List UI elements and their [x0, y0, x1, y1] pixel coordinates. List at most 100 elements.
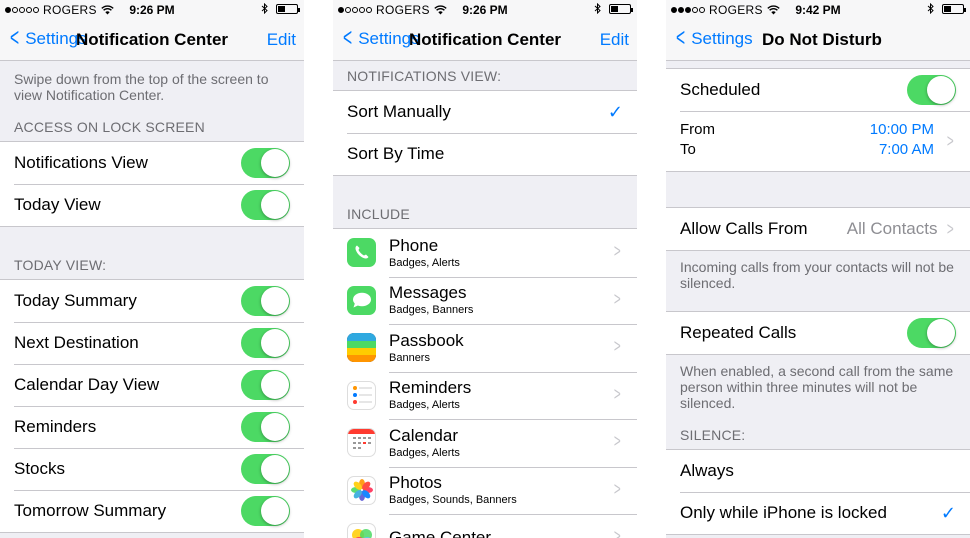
chevron-right-icon: >: [614, 526, 622, 538]
section-header-silence: SILENCE:: [680, 427, 746, 443]
messages-app-icon: [347, 285, 376, 315]
app-alert-style: Badges, Alerts: [389, 399, 460, 412]
repeated-calls-footer: When enabled, a second call from the sam…: [680, 363, 954, 411]
bluetooth-icon: [927, 3, 934, 14]
allow-calls-footer: Incoming calls from your contacts will n…: [680, 259, 954, 291]
list-item: Calendar Day View: [0, 364, 304, 406]
chevron-right-icon: >: [614, 478, 622, 499]
app-name: Phone: [389, 235, 439, 255]
row-label: Today Summary: [14, 291, 137, 310]
to-time: 7:00 AM: [878, 141, 934, 158]
row-label: Sort By Time: [347, 144, 445, 163]
photos-app-icon: [347, 475, 376, 505]
silence-locked-option[interactable]: Only while iPhone is locked ✓: [666, 492, 970, 534]
allow-calls-from-row[interactable]: Allow Calls From All Contacts >: [666, 208, 970, 250]
calendar-day-view-toggle[interactable]: [241, 370, 290, 400]
schedule-time-row[interactable]: From To 10:00 PM 7:00 AM >: [680, 111, 970, 171]
status-bar: ROGERS 9:26 PM: [333, 0, 637, 20]
chevron-right-icon: >: [614, 241, 622, 261]
tomorrow-summary-toggle[interactable]: [241, 496, 290, 526]
battery-icon: [609, 3, 633, 14]
app-alert-style: Badges, Alerts: [389, 256, 460, 269]
list-item: Reminders: [0, 406, 304, 448]
page-title: Notification Center: [75, 30, 229, 49]
allow-calls-group: Allow Calls From All Contacts >: [666, 207, 970, 251]
navigation-bar: < Settings Do Not Disturb: [666, 20, 970, 61]
chevron-right-icon: >: [614, 383, 622, 404]
app-alert-style: Banners: [389, 351, 430, 364]
reminders-toggle[interactable]: [241, 412, 290, 442]
row-label: Today View: [14, 195, 101, 214]
app-row-photos[interactable]: Photos Badges, Sounds, Banners >: [333, 466, 637, 515]
status-bar: ROGERS 9:26 PM: [0, 0, 304, 20]
section-header-notifications-view: NOTIFICATIONS VIEW:: [347, 68, 502, 84]
to-label: To: [680, 141, 696, 158]
scheduled-toggle[interactable]: [907, 75, 956, 105]
app-row-calendar[interactable]: Calendar Badges, Alerts >: [333, 419, 637, 467]
list-item: Scheduled: [666, 69, 970, 111]
today-view-toggle[interactable]: [241, 190, 290, 220]
chevron-right-icon: >: [947, 131, 955, 151]
status-time: 9:42 PM: [795, 3, 841, 17]
repeated-calls-toggle[interactable]: [907, 318, 956, 348]
notification-center-sort-panel: ROGERS 9:26 PM < Settings Notification Ce…: [333, 0, 637, 538]
back-button-label: Settings: [691, 29, 753, 48]
repeated-calls-group: Repeated Calls: [666, 311, 970, 355]
app-name: Game Center: [389, 527, 492, 538]
list-item: Stocks: [0, 448, 304, 490]
chevron-right-icon: >: [947, 218, 955, 239]
checkmark-icon: ✓: [940, 502, 956, 523]
row-label: Reminders: [14, 417, 97, 436]
silence-always-option[interactable]: Always: [666, 450, 970, 492]
section-header-today-view: TODAY VIEW:: [14, 257, 107, 273]
navigation-bar: < Settings Notification Center Edit: [333, 20, 637, 61]
passbook-app-icon: [347, 333, 376, 363]
scheduled-group: Scheduled From To 10:00 PM 7:00 AM >: [666, 68, 970, 172]
today-summary-toggle[interactable]: [241, 286, 290, 316]
app-row-messages[interactable]: Messages Badges, Banners >: [333, 276, 637, 325]
bluetooth-icon: [261, 3, 268, 14]
app-name: Passbook: [389, 330, 464, 350]
next-destination-toggle[interactable]: [241, 328, 290, 358]
list-item: Today Summary: [0, 280, 304, 322]
list-item: Repeated Calls: [666, 312, 970, 354]
lock-screen-group: Notifications View Today View: [0, 141, 304, 227]
app-row-phone[interactable]: Phone Badges, Alerts >: [333, 229, 637, 277]
sort-by-time-option[interactable]: Sort By Time: [333, 133, 637, 175]
list-item: Next Destination: [0, 322, 304, 364]
today-view-group: Today Summary Next Destination Calendar …: [0, 279, 304, 533]
page-title: Do Not Disturb: [762, 30, 882, 49]
app-row-passbook[interactable]: Passbook Banners >: [333, 324, 637, 372]
notifications-view-toggle[interactable]: [241, 148, 290, 178]
edit-button[interactable]: Edit: [600, 30, 629, 50]
app-alert-style: Badges, Alerts: [389, 446, 460, 459]
stocks-toggle[interactable]: [241, 454, 290, 484]
app-row-game-center[interactable]: Game Center >: [333, 514, 637, 538]
list-item: Notifications View: [0, 142, 304, 184]
battery-icon: [942, 3, 966, 14]
sort-manually-option[interactable]: Sort Manually ✓: [333, 91, 637, 133]
page-title: Notification Center: [408, 30, 562, 49]
bluetooth-icon: [594, 3, 601, 14]
row-label: Always: [680, 461, 734, 480]
app-row-reminders[interactable]: Reminders Badges, Alerts >: [333, 371, 637, 420]
chevron-left-icon: <: [676, 22, 686, 52]
row-label: Tomorrow Summary: [14, 501, 167, 520]
back-button[interactable]: < Settings: [673, 22, 753, 52]
section-header-include: INCLUDE: [347, 206, 410, 222]
edit-button[interactable]: Edit: [267, 30, 296, 50]
chevron-right-icon: >: [614, 288, 622, 309]
game-center-app-icon: [347, 523, 376, 538]
row-label: Sort Manually: [347, 102, 451, 121]
app-name: Reminders: [389, 378, 472, 398]
section-header-lock-screen: ACCESS ON LOCK SCREEN: [14, 119, 205, 135]
from-label: From: [680, 121, 715, 138]
status-time: 9:26 PM: [462, 3, 508, 17]
silence-group: Always Only while iPhone is locked ✓: [666, 449, 970, 535]
include-apps-group: Phone Badges, Alerts > Messages Badges, Ba…: [333, 228, 637, 538]
checkmark-icon: ✓: [607, 101, 623, 122]
do-not-disturb-panel: ROGERS 9:42 PM < Settings Do Not Disturb …: [666, 0, 970, 538]
row-label: Only while iPhone is locked: [680, 503, 887, 522]
row-label: Repeated Calls: [680, 323, 797, 342]
battery-icon: [276, 3, 300, 14]
